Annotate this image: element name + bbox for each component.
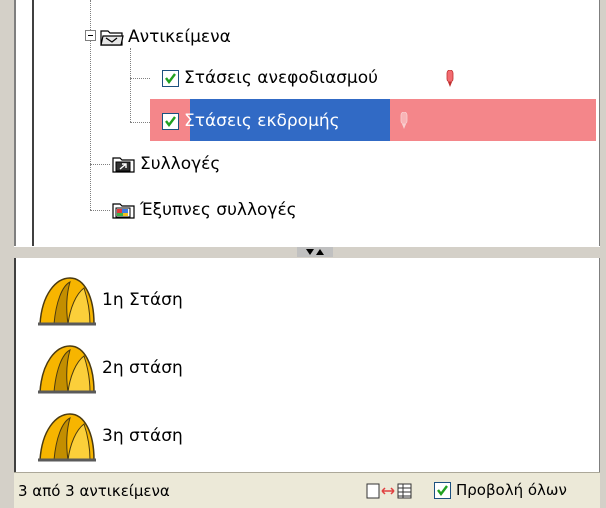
tree-line	[130, 122, 150, 123]
tree-item-trip-stops[interactable]: Στάσεις εκδρομής	[162, 104, 340, 138]
pane-border	[32, 0, 34, 246]
objects-folder-icon	[100, 27, 124, 47]
splitter-arrows-icon[interactable]	[297, 247, 333, 257]
tree-node-smart-collections[interactable]: Έξυπνες συλλογές	[112, 193, 297, 227]
tent-icon	[38, 345, 96, 394]
status-bar: 3 από 3 αντικείμενα Προβολή όλων	[14, 472, 600, 508]
tree-line	[90, 164, 110, 165]
marker-icon	[400, 112, 408, 129]
show-all-checkbox[interactable]	[434, 481, 451, 499]
tree-line	[90, 0, 91, 30]
tent-icon	[38, 413, 96, 462]
tree-node-label: Συλλογές	[140, 154, 221, 174]
list-item-label: 1η Στάση	[102, 290, 183, 310]
tree-node-collections[interactable]: Συλλογές	[112, 147, 220, 181]
list-item[interactable]: 3η στάση	[36, 408, 183, 464]
pane-splitter[interactable]	[14, 246, 600, 258]
tree-node-objects[interactable]: Αντικείμενα	[100, 20, 231, 54]
window: Αντικείμενα Στάσεις ανεφοδιασμού Στάσεις…	[0, 0, 606, 508]
tree-line	[90, 40, 91, 210]
tree-line	[130, 78, 150, 79]
smart-collections-folder-icon	[112, 200, 136, 220]
collapse-toggle[interactable]	[85, 30, 96, 41]
tree-item-refuel-stops[interactable]: Στάσεις ανεφοδιασμού	[162, 61, 378, 95]
tree-node-label: Έξυπνες συλλογές	[140, 200, 297, 220]
view-mode-icons[interactable]	[366, 482, 414, 500]
show-all-label: Προβολή όλων	[456, 481, 567, 499]
collections-folder-icon	[112, 154, 136, 174]
list-item-label: 3η στάση	[102, 426, 183, 446]
tree-node-label: Αντικείμενα	[128, 27, 231, 47]
tree-item-label: Στάσεις εκδρομής	[184, 111, 340, 131]
item-count: 3 από 3 αντικείμενα	[18, 482, 170, 500]
tent-icon	[38, 277, 96, 326]
marker-icon	[446, 70, 454, 87]
list-item[interactable]: 1η Στάση	[36, 272, 183, 328]
list-item[interactable]: 2η στάση	[36, 340, 183, 396]
tree-line	[90, 210, 110, 211]
checkbox[interactable]	[162, 112, 179, 130]
show-all-toggle[interactable]: Προβολή όλων	[434, 481, 567, 499]
tree-line	[130, 48, 131, 122]
list-item-label: 2η στάση	[102, 358, 183, 378]
tree-item-label: Στάσεις ανεφοδιασμού	[184, 68, 378, 88]
list-pane: 1η Στάση 2η στάση 3η στάση	[14, 258, 600, 472]
checkbox[interactable]	[162, 69, 179, 87]
